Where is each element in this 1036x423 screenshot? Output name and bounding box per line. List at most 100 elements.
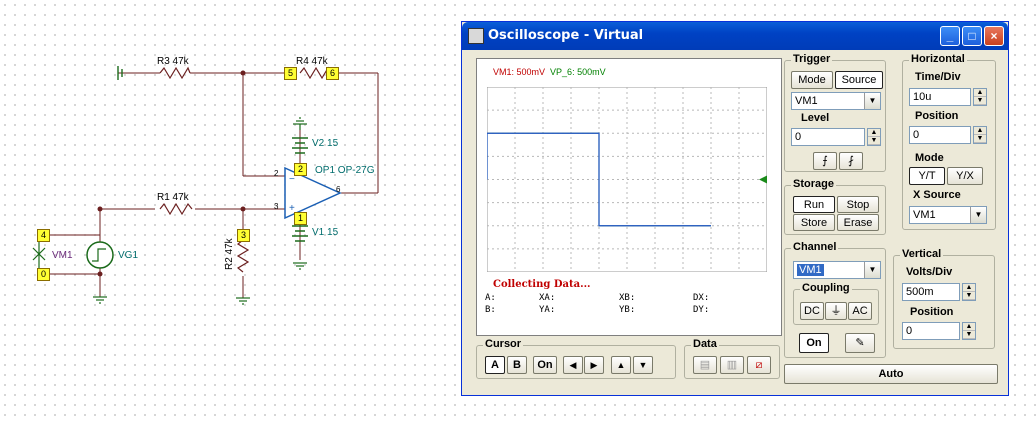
- stepper-down-icon[interactable]: ▼: [974, 97, 986, 105]
- channel-value: VM1: [797, 264, 824, 276]
- chevron-down-icon[interactable]: ▼: [970, 207, 986, 223]
- coupling-title: Coupling: [800, 282, 852, 294]
- cursor-xb-readout: XB:: [619, 293, 636, 303]
- cursor-left-button[interactable]: ◀: [563, 356, 583, 374]
- horizontal-group: Horizontal Time/Div 10u ▲ ▼ Position 0 ▲ ▼…: [902, 53, 996, 230]
- stepper-down-icon[interactable]: ▼: [974, 135, 986, 143]
- vertical-group: Vertical Volts/Div 500m ▲ ▼ Position 0 ▲ ▼: [893, 248, 995, 349]
- node-5: 5: [284, 67, 297, 80]
- minimize-button[interactable]: _: [940, 26, 960, 46]
- data-import-button[interactable]: ▥: [720, 356, 744, 374]
- trigger-rising-edge-button[interactable]: ⨍: [813, 152, 837, 170]
- trigger-source-button[interactable]: Source: [835, 71, 883, 89]
- stepper-down-icon[interactable]: ▼: [868, 137, 880, 145]
- trigger-level-stepper[interactable]: ▲ ▼: [867, 128, 881, 146]
- scope-plot[interactable]: [487, 87, 767, 272]
- node-4: 4: [37, 229, 50, 242]
- stepper-up-icon[interactable]: ▲: [868, 129, 880, 137]
- data-title: Data: [691, 338, 719, 350]
- r4-label: R4 47k: [296, 56, 328, 67]
- data-clear-button[interactable]: ⧄: [747, 356, 771, 374]
- cursor-a-button[interactable]: A: [485, 356, 505, 374]
- mode-yt-button[interactable]: Y/T: [909, 167, 945, 185]
- cursor-group: Cursor A B On ◀ ▶ ▲ ▼: [476, 338, 676, 379]
- h-position-stepper[interactable]: ▲ ▼: [973, 126, 987, 144]
- clear-icon: ⧄: [755, 359, 763, 371]
- storage-erase-button[interactable]: Erase: [837, 214, 879, 231]
- auto-button[interactable]: Auto: [784, 364, 998, 384]
- channel-readout: VM1: 500mV VP_6: 500mV: [493, 67, 606, 77]
- storage-title: Storage: [791, 178, 836, 190]
- close-button[interactable]: ×: [984, 26, 1004, 46]
- coupling-dc-button[interactable]: DC: [800, 302, 824, 320]
- storage-run-button[interactable]: Run: [793, 196, 835, 213]
- cursor-dx-readout: DX:: [693, 293, 710, 303]
- vg1-label: VG1: [118, 250, 139, 261]
- opamp-pin-3: 3: [274, 202, 279, 211]
- h-position-input[interactable]: 0: [909, 126, 971, 144]
- voltsdiv-stepper[interactable]: ▲ ▼: [962, 283, 976, 301]
- stepper-down-icon[interactable]: ▼: [963, 331, 975, 339]
- cursor-right-button[interactable]: ▶: [584, 356, 604, 374]
- stepper-up-icon[interactable]: ▲: [963, 323, 975, 331]
- window-title: Oscilloscope - Virtual: [488, 28, 644, 43]
- storage-store-button[interactable]: Store: [793, 214, 835, 231]
- v-position-stepper[interactable]: ▲ ▼: [962, 322, 976, 340]
- node-2: 2: [294, 163, 307, 176]
- vm1-label: VM1: [52, 250, 73, 261]
- title-bar[interactable]: Oscilloscope - Virtual _ □ ×: [462, 22, 1008, 50]
- trigger-mode-button[interactable]: Mode: [791, 71, 833, 89]
- export-icon: ▤: [699, 359, 711, 371]
- chevron-down-icon[interactable]: ▼: [864, 93, 880, 109]
- cursor-up-button[interactable]: ▲: [611, 356, 631, 374]
- stepper-up-icon[interactable]: ▲: [974, 127, 986, 135]
- v-position-label: Position: [910, 306, 954, 318]
- cursor-title: Cursor: [483, 338, 524, 350]
- xsource-label: X Source: [913, 189, 961, 201]
- cursor-on-button[interactable]: On: [533, 356, 557, 374]
- vertical-title: Vertical: [900, 248, 944, 260]
- channel-dropdown[interactable]: VM1 ▼: [793, 261, 881, 279]
- stepper-down-icon[interactable]: ▼: [963, 292, 975, 300]
- timediv-input[interactable]: 10u: [909, 88, 971, 106]
- h-mode-label: Mode: [915, 152, 944, 164]
- cursor-a-readout: A:: [485, 293, 496, 303]
- mode-yx-button[interactable]: Y/X: [947, 167, 983, 185]
- channel-on-button[interactable]: On: [799, 333, 829, 353]
- oscilloscope-window: Oscilloscope - Virtual _ □ × VM1: 500mV …: [461, 21, 1009, 396]
- stepper-up-icon[interactable]: ▲: [974, 89, 986, 97]
- trigger-level-label: Level: [801, 112, 830, 124]
- v1-label: V1 15: [312, 227, 339, 238]
- cursor-xa-readout: XA:: [539, 293, 556, 303]
- voltsdiv-input[interactable]: 500m: [902, 283, 960, 301]
- scope-display: VM1: 500mV VP_6: 500mV Collecting Data..…: [476, 58, 782, 336]
- timediv-stepper[interactable]: ▲ ▼: [973, 88, 987, 106]
- coupling-gnd-button[interactable]: ⏚: [825, 302, 847, 320]
- node-1: 1: [294, 212, 307, 225]
- r3-label: R3 47k: [157, 56, 189, 67]
- pen-color-button[interactable]: ✎: [845, 333, 875, 353]
- cursor-dy-readout: DY:: [693, 305, 710, 315]
- storage-group: Storage Run Stop Store Erase: [784, 178, 886, 235]
- maximize-button[interactable]: □: [962, 26, 982, 46]
- cursor-down-button[interactable]: ▼: [633, 356, 653, 374]
- xsource-dropdown[interactable]: VM1 ▼: [909, 206, 987, 224]
- cursor-yb-readout: YB:: [619, 305, 636, 315]
- trigger-level-input[interactable]: 0: [791, 128, 865, 146]
- v-position-input[interactable]: 0: [902, 322, 960, 340]
- channel-group: Channel VM1 ▼ Coupling DC ⏚ AC On ✎: [784, 241, 886, 358]
- data-export-button[interactable]: ▤: [693, 356, 717, 374]
- import-icon: ▥: [726, 359, 738, 371]
- op1-label: OP1 OP-27G: [315, 165, 375, 176]
- trigger-falling-edge-button[interactable]: ⨏: [839, 152, 863, 170]
- stepper-up-icon[interactable]: ▲: [963, 284, 975, 292]
- trigger-source-dropdown[interactable]: VM1 ▼: [791, 92, 881, 110]
- chevron-down-icon[interactable]: ▼: [864, 262, 880, 278]
- storage-stop-button[interactable]: Stop: [837, 196, 879, 213]
- node-0: 0: [37, 268, 50, 281]
- xsource-value: VM1: [913, 209, 936, 221]
- cursor-b-button[interactable]: B: [507, 356, 527, 374]
- coupling-ac-button[interactable]: AC: [848, 302, 872, 320]
- pen-icon: ✎: [855, 337, 865, 349]
- ch1-readout: VM1: 500mV: [493, 67, 546, 77]
